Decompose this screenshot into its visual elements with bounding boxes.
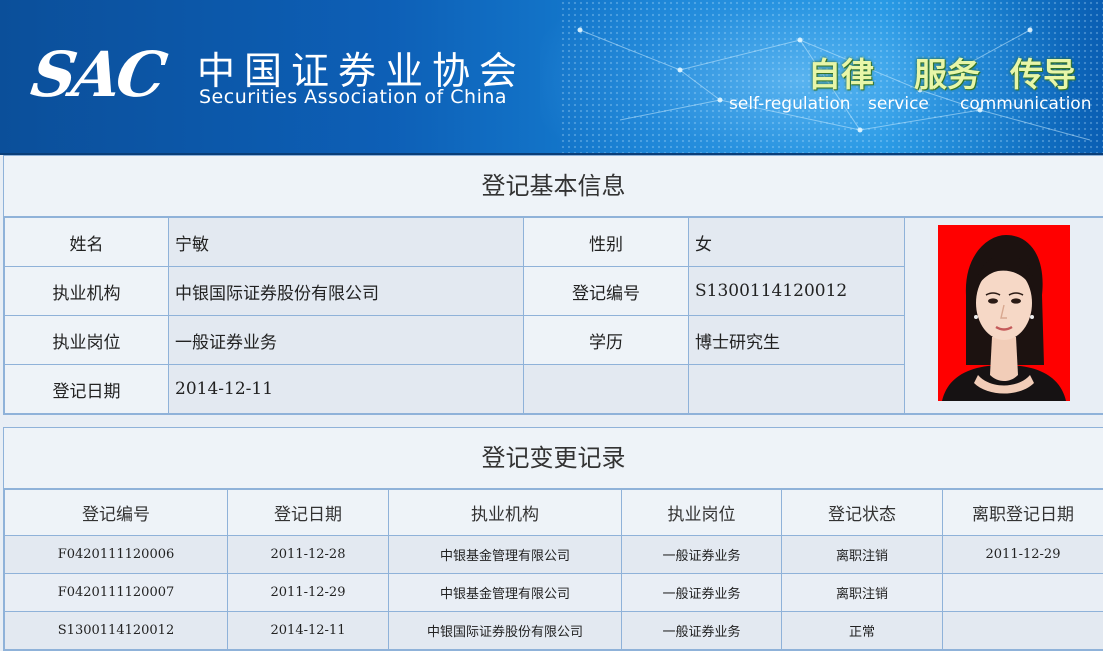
value-registration-date: 2014-12-11 <box>169 365 524 414</box>
sac-logo[interactable]: SAC <box>27 38 167 111</box>
cell-institution: 中银基金管理有限公司 <box>389 536 622 574</box>
label-registration-number: 登记编号 <box>524 267 689 316</box>
label-position: 执业岗位 <box>5 316 169 365</box>
change-records-panel: 登记变更记录 登记编号 登记日期 执业机构 执业岗位 登记状态 离职登记日期 F… <box>3 427 1103 651</box>
cell-status: 正常 <box>782 612 943 650</box>
change-records-title: 登记变更记录 <box>4 428 1103 489</box>
cell-position: 一般证券业务 <box>622 574 782 612</box>
person-portrait-icon <box>938 225 1070 401</box>
cell-registration-number: F0420111120006 <box>5 536 228 574</box>
table-row: F0420111120006 2011-12-28 中银基金管理有限公司 一般证… <box>5 536 1103 574</box>
basic-info-title: 登记基本信息 <box>4 156 1103 217</box>
cell-registration-date: 2011-12-29 <box>228 574 389 612</box>
label-gender: 性别 <box>524 218 689 267</box>
value-position: 一般证券业务 <box>169 316 524 365</box>
basic-info-table: 姓名 宁敏 性别 女 <box>4 217 1103 414</box>
cell-position: 一般证券业务 <box>622 536 782 574</box>
value-education: 博士研究生 <box>689 316 905 365</box>
column-header-institution: 执业机构 <box>389 490 622 536</box>
cell-leave-date <box>943 612 1103 650</box>
cell-leave-date: 2011-12-29 <box>943 536 1103 574</box>
label-name: 姓名 <box>5 218 169 267</box>
table-row: F0420111120007 2011-12-29 中银基金管理有限公司 一般证… <box>5 574 1103 612</box>
slogan-self-regulation: 自律 <box>808 48 874 96</box>
cell-leave-date <box>943 574 1103 612</box>
value-name: 宁敏 <box>169 218 524 267</box>
table-header-row: 登记编号 登记日期 执业机构 执业岗位 登记状态 离职登记日期 <box>5 490 1103 536</box>
cell-status: 离职注销 <box>782 536 943 574</box>
label-registration-date: 登记日期 <box>5 365 169 414</box>
column-header-registration-number: 登记编号 <box>5 490 228 536</box>
value-institution: 中银国际证券股份有限公司 <box>169 267 524 316</box>
value-registration-number: S1300114120012 <box>689 267 905 316</box>
column-header-leave-date: 离职登记日期 <box>943 490 1103 536</box>
slogan-communication-en: communication <box>960 94 1091 114</box>
org-name-en: Securities Association of China <box>199 86 507 108</box>
empty-cell <box>689 365 905 414</box>
slogan-self-regulation-en: self-regulation <box>729 94 851 114</box>
label-institution: 执业机构 <box>5 267 169 316</box>
slogan-service-en: service <box>868 94 929 114</box>
cell-registration-number: F0420111120007 <box>5 574 228 612</box>
cell-institution: 中银国际证券股份有限公司 <box>389 612 622 650</box>
cell-registration-date: 2014-12-11 <box>228 612 389 650</box>
label-education: 学历 <box>524 316 689 365</box>
photo-cell <box>905 218 1103 414</box>
column-header-status: 登记状态 <box>782 490 943 536</box>
empty-cell <box>524 365 689 414</box>
cell-registration-date: 2011-12-28 <box>228 536 389 574</box>
cell-institution: 中银基金管理有限公司 <box>389 574 622 612</box>
value-gender: 女 <box>689 218 905 267</box>
column-header-position: 执业岗位 <box>622 490 782 536</box>
cell-status: 离职注销 <box>782 574 943 612</box>
info-row-name: 姓名 宁敏 性别 女 <box>5 218 1103 267</box>
slogan-communication: 传导 <box>1010 48 1076 96</box>
cell-registration-number: S1300114120012 <box>5 612 228 650</box>
change-records-table: 登记编号 登记日期 执业机构 执业岗位 登记状态 离职登记日期 F0420111… <box>4 489 1103 650</box>
table-row: S1300114120012 2014-12-11 中银国际证券股份有限公司 一… <box>5 612 1103 650</box>
slogan-service: 服务 <box>914 48 980 96</box>
column-header-registration-date: 登记日期 <box>228 490 389 536</box>
cell-position: 一般证券业务 <box>622 612 782 650</box>
site-header-banner: SAC 中国证券业协会 Securities Association of Ch… <box>0 0 1103 155</box>
basic-info-panel: 登记基本信息 姓名 宁敏 性别 女 <box>3 155 1103 415</box>
